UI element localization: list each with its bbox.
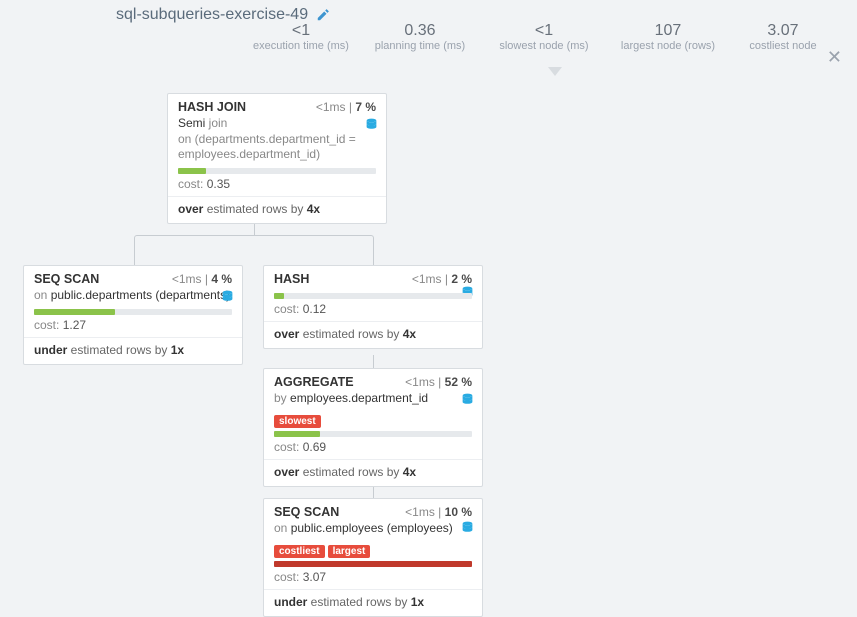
cost-row: cost: 1.27	[24, 316, 242, 338]
database-icon[interactable]	[461, 521, 474, 534]
cost-row: cost: 0.35	[168, 175, 386, 197]
estimate-row: over estimated rows by 4x	[168, 197, 386, 223]
node-subtitle: on public.departments (departments)	[24, 288, 242, 308]
node-subtitle: Semi join on (departments.department_id …	[168, 116, 386, 167]
node-title: SEQ SCAN	[274, 505, 339, 519]
cost-bar	[264, 292, 482, 300]
cost-row: cost: 3.07	[264, 568, 482, 590]
connector	[134, 235, 374, 265]
metric-value: 0.36	[365, 22, 475, 40]
metric-value: 3.07	[739, 22, 827, 40]
node-stats: <1ms | 7 %	[316, 100, 376, 114]
metric-label: largest node (rows)	[613, 40, 723, 52]
cost-bar	[168, 167, 386, 175]
database-icon[interactable]	[461, 393, 474, 406]
tag-slowest: slowest	[274, 415, 321, 428]
node-tags: slowest	[264, 411, 482, 430]
node-hash[interactable]: HASH <1ms | 2 % cost: 0.12 over estimate…	[263, 265, 483, 349]
cost-row: cost: 0.12	[264, 300, 482, 322]
metric-value: <1	[491, 22, 597, 40]
node-stats: <1ms | 10 %	[405, 505, 472, 519]
estimate-row: under estimated rows by 1x	[264, 590, 482, 616]
metric-slowest-node: <1 slowest node (ms)	[491, 22, 597, 52]
node-title: HASH	[274, 272, 309, 286]
metric-value: <1	[253, 22, 349, 40]
node-stats: <1ms | 4 %	[172, 272, 232, 286]
node-seq-scan-employees[interactable]: SEQ SCAN <1ms | 10 % on public.employees…	[263, 498, 483, 617]
metric-label: costliest node	[739, 40, 827, 52]
node-subtitle	[264, 288, 482, 292]
node-title: SEQ SCAN	[34, 272, 99, 286]
tag-largest: largest	[328, 545, 371, 558]
edit-title-icon[interactable]	[316, 8, 330, 22]
metric-label: planning time (ms)	[365, 40, 475, 52]
estimate-row: over estimated rows by 4x	[264, 322, 482, 348]
database-icon[interactable]	[365, 118, 378, 131]
flag-marker-icon	[548, 67, 562, 76]
metric-label: slowest node (ms)	[491, 40, 597, 52]
metric-execution-time: <1 execution time (ms)	[253, 22, 349, 52]
node-stats: <1ms | 2 %	[412, 272, 472, 286]
node-title: HASH JOIN	[178, 100, 246, 114]
node-subtitle: by employees.department_id	[264, 391, 482, 411]
estimate-row: over estimated rows by 4x	[264, 460, 482, 486]
metric-value: 107	[613, 22, 723, 40]
node-aggregate[interactable]: AGGREGATE <1ms | 52 % by employees.depar…	[263, 368, 483, 487]
node-subtitle: on public.employees (employees)	[264, 521, 482, 541]
node-tags: costliestlargest	[264, 541, 482, 560]
estimate-row: under estimated rows by 1x	[24, 338, 242, 364]
tag-costliest: costliest	[274, 545, 325, 558]
node-stats: <1ms | 52 %	[405, 375, 472, 389]
metric-label: execution time (ms)	[253, 40, 349, 52]
node-title: AGGREGATE	[274, 375, 354, 389]
node-hash-join[interactable]: HASH JOIN <1ms | 7 % Semi join on (depar…	[167, 93, 387, 224]
metric-costliest-node: 3.07 costliest node	[739, 22, 827, 52]
cost-bar	[264, 430, 482, 438]
cost-row: cost: 0.69	[264, 438, 482, 460]
cost-bar	[24, 308, 242, 316]
metric-largest-node: 107 largest node (rows)	[613, 22, 723, 52]
cost-bar	[264, 560, 482, 568]
close-icon[interactable]: ✕	[827, 48, 842, 66]
node-seq-scan-departments[interactable]: SEQ SCAN <1ms | 4 % on public.department…	[23, 265, 243, 365]
metrics-header: <1 execution time (ms) 0.36 planning tim…	[0, 22, 857, 52]
database-icon[interactable]	[221, 290, 234, 303]
metric-planning-time: 0.36 planning time (ms)	[365, 22, 475, 52]
